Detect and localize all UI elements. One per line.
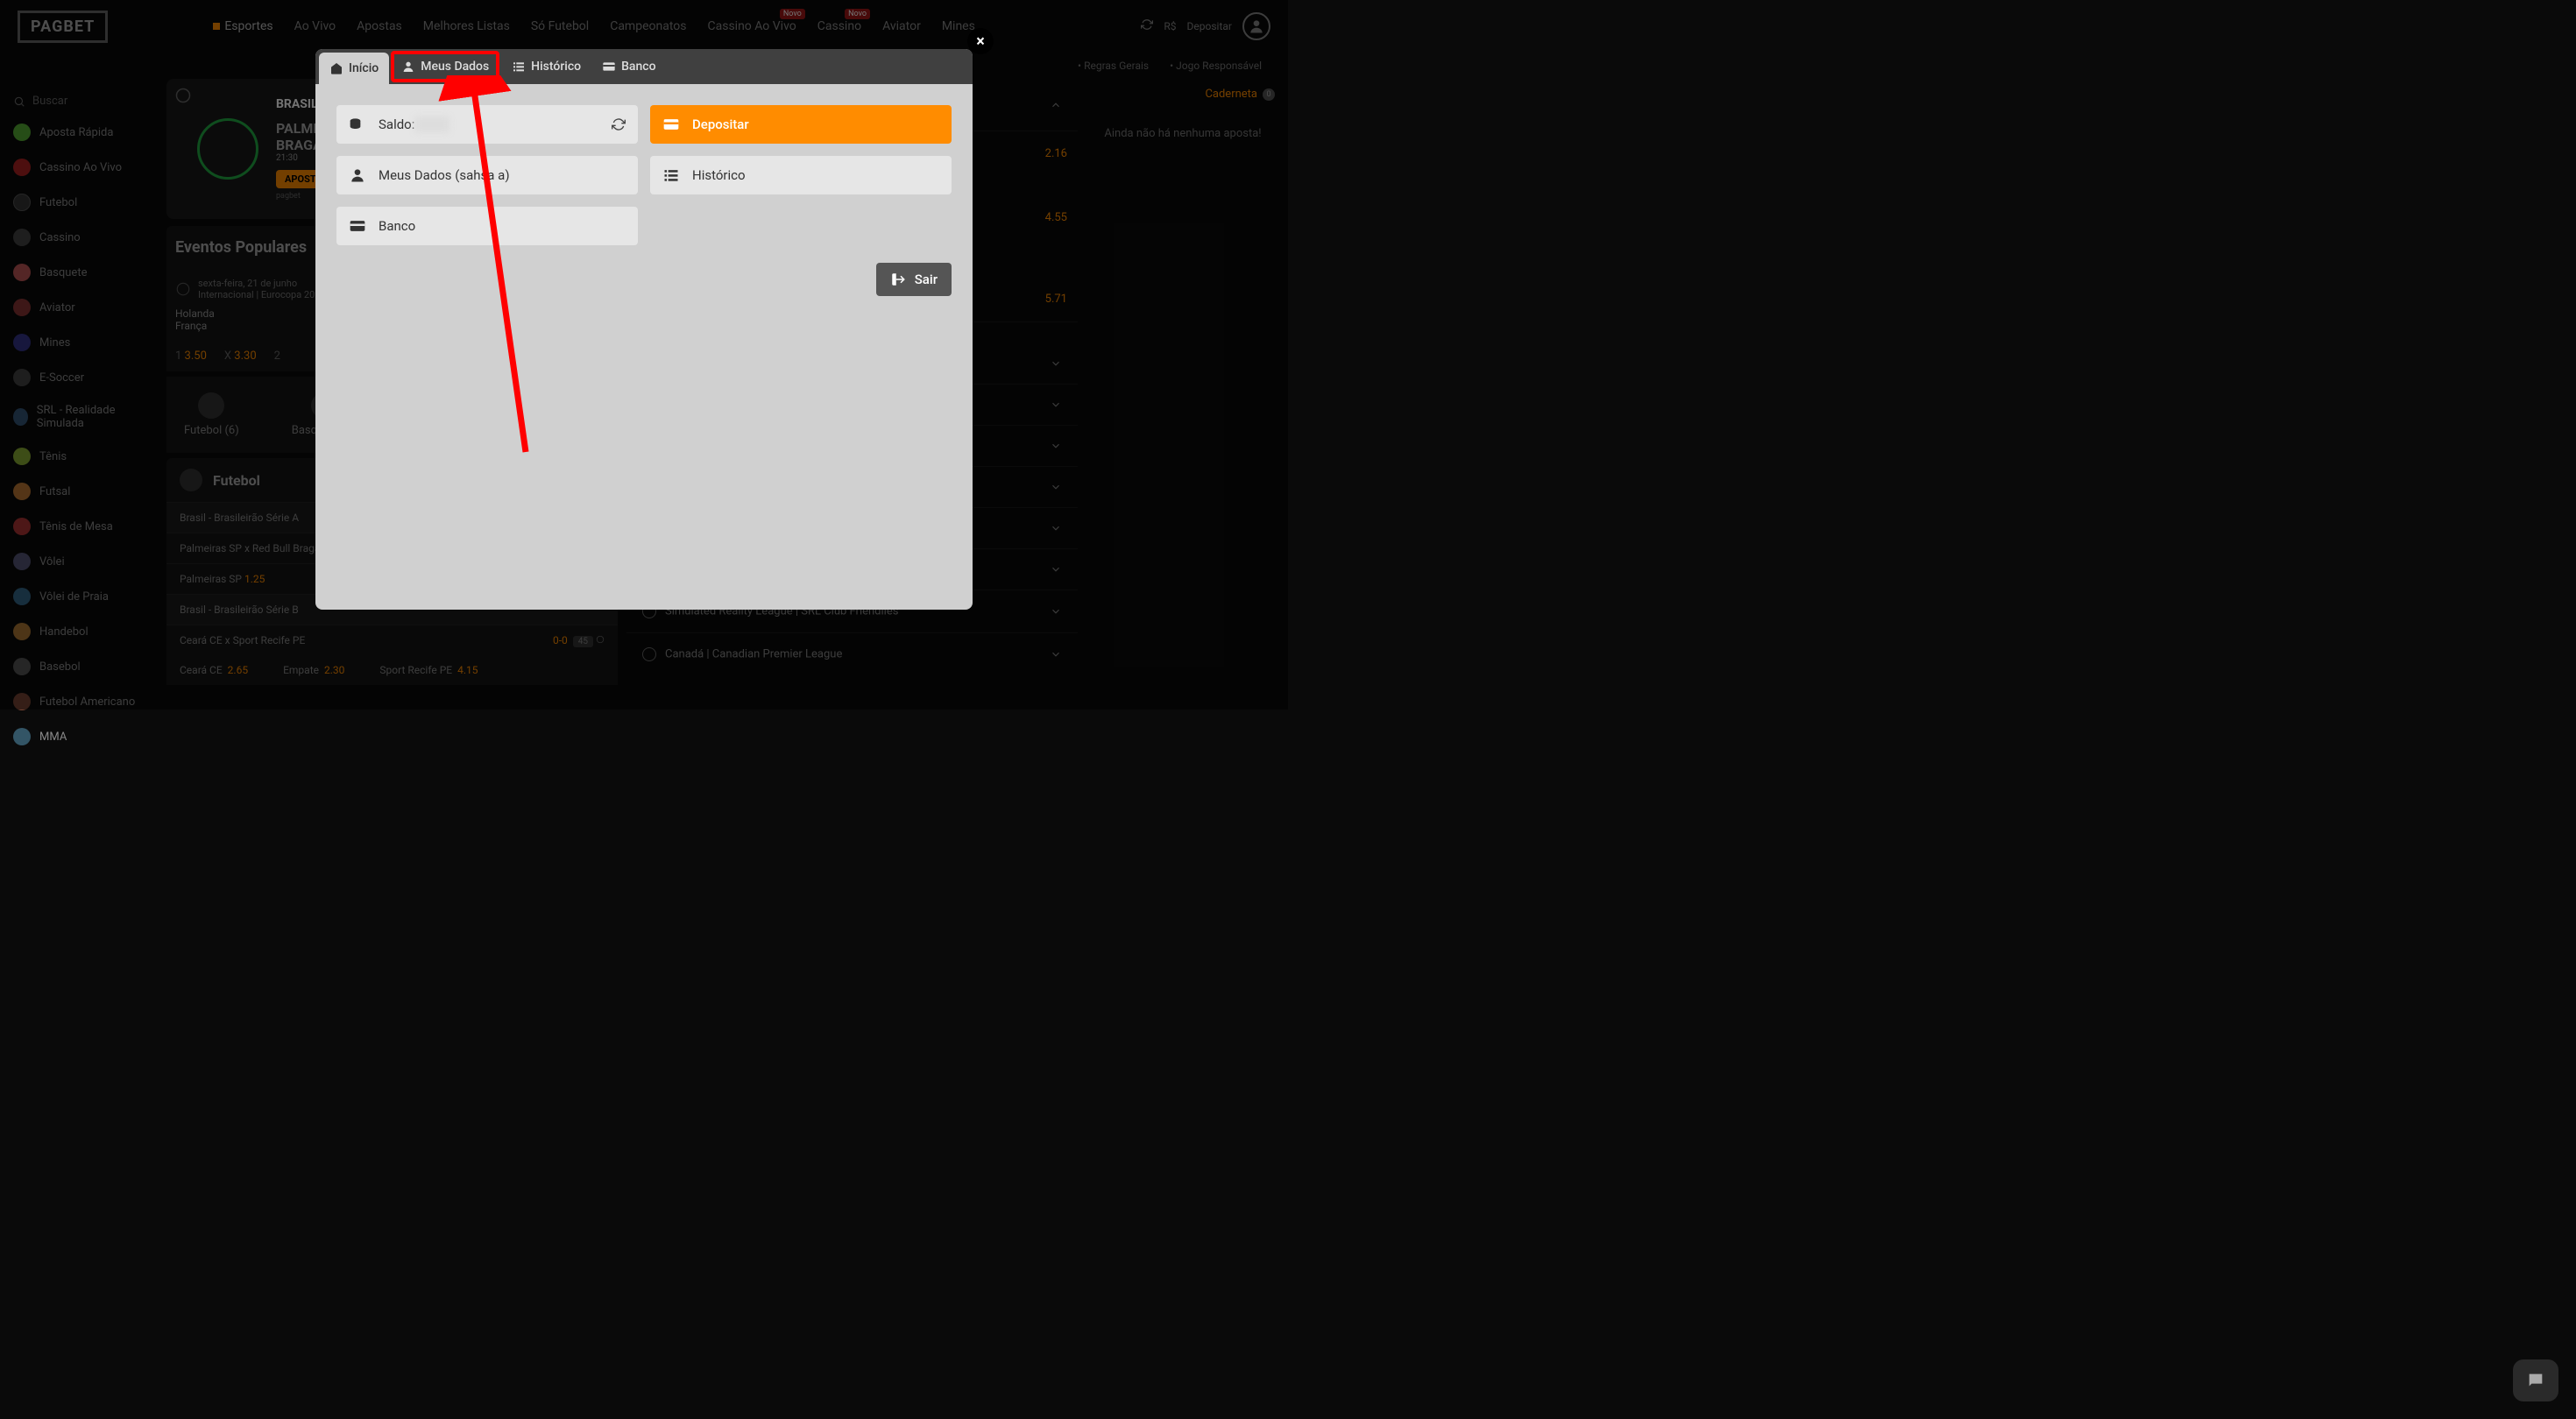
chat-button[interactable] — [2513, 1359, 2558, 1401]
tab-inicio[interactable]: Início — [319, 53, 389, 84]
modal-overlay: × Início Meus Dados Histórico Banco — [0, 0, 1288, 710]
user-icon — [401, 60, 415, 74]
balance-value — [414, 116, 449, 132]
modal-body: Saldo: Depositar Meus Dados (sahsa a) Hi… — [315, 84, 973, 266]
tab-banco[interactable]: Banco — [591, 49, 666, 84]
list-icon — [662, 166, 680, 184]
card-icon — [349, 217, 366, 235]
card-icon — [662, 116, 680, 133]
depositar-button[interactable]: Depositar — [650, 105, 952, 144]
historico-button[interactable]: Histórico — [650, 156, 952, 194]
refresh-icon[interactable] — [612, 117, 626, 131]
user-icon — [349, 166, 366, 184]
close-button[interactable]: × — [967, 28, 994, 54]
modal-tabs: Início Meus Dados Histórico Banco — [315, 49, 973, 84]
close-icon: × — [976, 32, 985, 51]
banco-button[interactable]: Banco — [336, 207, 638, 245]
sair-button[interactable]: Sair — [876, 263, 952, 296]
tab-meus-dados[interactable]: Meus Dados — [391, 51, 499, 82]
account-modal: × Início Meus Dados Histórico Banco — [315, 49, 973, 610]
coins-icon — [349, 116, 366, 133]
meus-dados-button[interactable]: Meus Dados (sahsa a) — [336, 156, 638, 194]
logout-icon — [890, 272, 906, 287]
chat-icon — [2525, 1371, 2546, 1390]
balance-row: Saldo: — [336, 105, 638, 144]
tab-historico[interactable]: Histórico — [501, 49, 591, 84]
list-icon — [512, 60, 526, 74]
sidebar-item-mma[interactable]: MMA — [0, 719, 158, 754]
home-icon — [329, 61, 343, 75]
card-icon — [602, 60, 616, 74]
